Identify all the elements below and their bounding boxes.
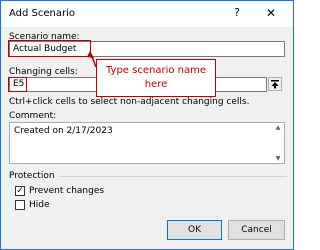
- dialog-title: Add Scenario: [9, 8, 76, 19]
- changing-cells-highlight: [8, 77, 27, 92]
- prevent-changes-label: Prevent changes: [29, 186, 105, 196]
- cancel-button[interactable]: Cancel: [228, 220, 285, 240]
- annotation-callout: Type scenario name here: [96, 59, 216, 97]
- ok-button[interactable]: OK: [167, 220, 222, 240]
- close-button[interactable]: ✕: [264, 5, 278, 21]
- comment-text: Created on 2/17/2023: [14, 126, 113, 136]
- protection-group-label: Protection: [9, 171, 55, 181]
- range-selector-button[interactable]: [268, 77, 282, 91]
- scroll-up-icon[interactable]: ▲: [273, 124, 283, 131]
- changing-cells-hint: Ctrl+click cells to select non-adjacent …: [9, 97, 250, 107]
- comment-textarea[interactable]: Created on 2/17/2023 ▲ ▼: [9, 122, 285, 164]
- comment-label: Comment:: [9, 111, 57, 121]
- scroll-down-icon[interactable]: ▼: [273, 155, 283, 162]
- hide-label: Hide: [29, 200, 50, 210]
- help-button[interactable]: ?: [230, 5, 244, 21]
- hide-checkbox[interactable]: [15, 200, 25, 210]
- title-bar: Add Scenario ? ✕: [1, 1, 293, 27]
- prevent-changes-checkbox[interactable]: ✓: [15, 186, 25, 196]
- changing-cells-label: Changing cells:: [9, 67, 78, 77]
- add-scenario-dialog: Add Scenario ? ✕ Scenario name: Actual B…: [0, 0, 294, 250]
- collapse-dialog-icon: [271, 80, 279, 89]
- scenario-name-highlight: [8, 40, 91, 57]
- protection-divider: [59, 176, 287, 177]
